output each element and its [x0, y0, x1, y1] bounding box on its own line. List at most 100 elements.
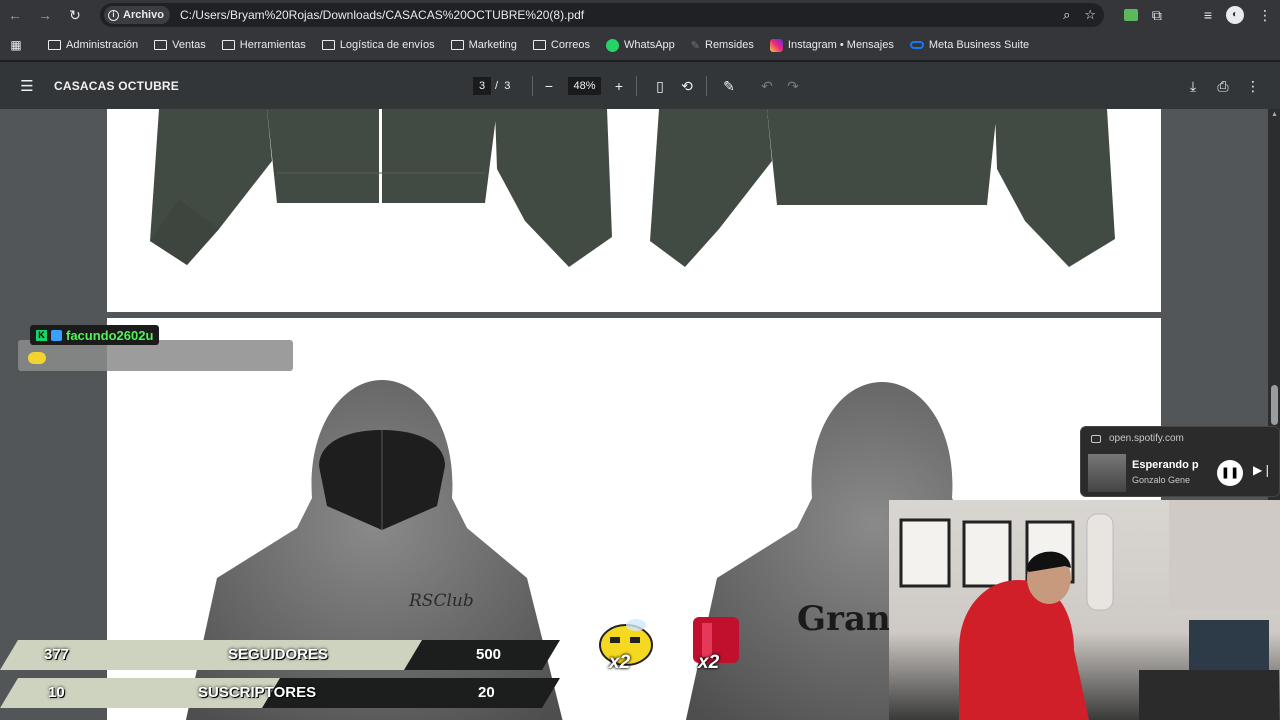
pdf-page-2: [107, 109, 1161, 312]
emote-multiplier: x2: [698, 652, 720, 673]
fit-page-icon[interactable]: ▯: [648, 74, 672, 98]
rotate-icon[interactable]: ⟲: [675, 74, 699, 98]
chat-username: facundo2602u: [66, 327, 154, 343]
hamburger-menu-icon[interactable]: ☰: [0, 62, 54, 109]
omnibox-actions: ⌕ ☆: [1063, 3, 1096, 27]
emote-multiplier: x2: [609, 652, 631, 673]
wall-frame: [962, 520, 1012, 588]
folder-icon: [221, 40, 235, 50]
kick-badge-icon: K: [36, 329, 47, 341]
bookmark-logistica[interactable]: Logística de envíos: [321, 39, 435, 51]
followers-label: SEGUIDORES: [228, 646, 329, 663]
undo-icon[interactable]: ↶: [755, 74, 779, 98]
user-badge-icon: [51, 329, 62, 341]
next-track-icon[interactable]: ▶❘: [1253, 463, 1272, 477]
scrollbar-thumb[interactable]: [1271, 385, 1278, 425]
spotify-mini-player[interactable]: open.spotify.com Esperando p Gonzalo Gen…: [1080, 426, 1280, 497]
subscribers-current: 10: [48, 684, 65, 701]
webcam-scene: [899, 500, 1280, 720]
scroll-up-icon[interactable]: ▲: [1271, 111, 1278, 118]
spotify-domain: open.spotify.com: [1109, 433, 1184, 444]
media-cast-icon: [1091, 435, 1101, 443]
extension-green-icon[interactable]: [1123, 9, 1138, 21]
more-options-icon[interactable]: ⋮: [1241, 74, 1265, 98]
bookmark-remsides[interactable]: ✎ Remsides: [691, 39, 754, 52]
bookmark-correos[interactable]: Correos: [532, 39, 591, 51]
whatsapp-icon: [606, 38, 620, 52]
bookmark-label: Ventas: [172, 39, 206, 51]
followers-current: 377: [44, 646, 70, 663]
followers-goal-bar: 377 SEGUIDORES 500: [0, 640, 560, 670]
browser-menu-icon[interactable]: ⋮: [1258, 7, 1272, 24]
back-icon[interactable]: ←: [0, 0, 30, 30]
forward-icon[interactable]: →: [30, 0, 60, 30]
page-number-input[interactable]: 3: [473, 77, 491, 95]
redo-icon[interactable]: ↷: [781, 74, 805, 98]
shelf-wall: [1169, 500, 1280, 610]
person-red-hoodie: [959, 580, 1089, 720]
album-art: [1088, 454, 1126, 492]
bookmark-ventas[interactable]: Ventas: [154, 39, 206, 51]
bookmark-label: Herramientas: [239, 39, 306, 51]
folder-icon: [321, 40, 335, 50]
track-title: Esperando p: [1132, 459, 1199, 471]
pause-icon[interactable]: ❚❚: [1217, 460, 1243, 486]
skateboard: [1086, 513, 1114, 611]
info-icon: i: [108, 9, 119, 21]
zoom-out-icon[interactable]: −: [537, 74, 561, 98]
bookmark-marketing[interactable]: Marketing: [450, 39, 517, 51]
subscribers-goal-bar: 10 SUSCRIPTORES 20: [0, 678, 560, 708]
bookmark-label: Correos: [550, 39, 591, 51]
bookmark-meta-business[interactable]: Meta Business Suite: [909, 39, 1030, 51]
bookmark-star-icon[interactable]: ☆: [1084, 7, 1096, 23]
meta-icon: [909, 41, 924, 49]
page-separator: /: [495, 80, 499, 92]
profile-avatar[interactable]: ◐: [1226, 6, 1244, 24]
zoom-in-icon[interactable]: +: [607, 74, 631, 98]
pdf-title: CASACAS OCTUBRE: [54, 78, 180, 93]
reload-icon[interactable]: ↻: [60, 0, 90, 30]
subscribers-label: SUSCRIPTORES: [198, 684, 317, 701]
track-artist: Gonzalo Gene: [1132, 475, 1191, 485]
bookmark-label: WhatsApp: [624, 39, 675, 51]
annotate-pen-icon[interactable]: ✎: [717, 74, 741, 98]
bookmarks-bar: ▦ Administración Ventas Herramientas Log…: [0, 30, 1280, 61]
zoom-input[interactable]: 48%: [568, 77, 601, 95]
wall-frame: [899, 518, 951, 588]
site-info-chip[interactable]: i Archivo: [104, 6, 170, 24]
extensions-puzzle-icon[interactable]: ⧉: [1152, 7, 1162, 24]
bookmark-administracion[interactable]: Administración: [48, 39, 138, 51]
bookmark-label: Logística de envíos: [339, 39, 435, 51]
followers-goal: 500: [476, 646, 502, 663]
page-count: 3: [504, 80, 511, 92]
apps-grid-icon[interactable]: ▦: [0, 30, 32, 61]
bookmark-herramientas[interactable]: Herramientas: [221, 39, 306, 51]
jacket-back-view: [650, 109, 1115, 267]
print-icon[interactable]: ⎙: [1211, 74, 1235, 98]
toolbar-divider: [532, 76, 533, 96]
bookmark-whatsapp[interactable]: WhatsApp: [606, 38, 675, 52]
omnibox[interactable]: i Archivo C:/Users/Bryam%20Rojas/Downloa…: [100, 3, 1104, 27]
chat-user-tag: K facundo2602u: [30, 325, 160, 345]
instagram-icon: [769, 38, 783, 52]
page-total: / 3: [495, 77, 510, 95]
download-icon[interactable]: ⤓: [1181, 74, 1205, 98]
reading-list-icon[interactable]: ≡: [1204, 7, 1212, 23]
pdf-toolbar: ☰ CASACAS OCTUBRE 3 / 3 − 48% + ▯ ⟲ ✎ ↶ …: [0, 62, 1280, 109]
url-text[interactable]: C:/Users/Bryam%20Rojas/Downloads/CASACAS…: [180, 8, 584, 22]
extension-icons: ⧉ ≡ ◐ ⋮: [1123, 0, 1272, 30]
bookmark-label: Meta Business Suite: [928, 39, 1030, 51]
jacket-front-view: [150, 109, 612, 267]
zoom-search-icon[interactable]: ⌕: [1063, 7, 1070, 23]
bookmark-label: Instagram • Mensajes: [787, 39, 894, 51]
toolbar-divider: [636, 76, 637, 96]
chat-emote-icon: [28, 352, 46, 364]
folder-icon: [450, 40, 464, 50]
folder-icon: [532, 40, 546, 50]
bookmark-instagram[interactable]: Instagram • Mensajes: [769, 38, 894, 52]
desk-laptop: [1139, 670, 1279, 720]
folder-icon: [48, 40, 61, 50]
address-bar-row: ← → ↻ i Archivo C:/Users/Bryam%20Rojas/D…: [0, 0, 1280, 30]
front-logo-text: RSClub: [408, 591, 474, 611]
bookmark-label: Marketing: [468, 39, 517, 51]
